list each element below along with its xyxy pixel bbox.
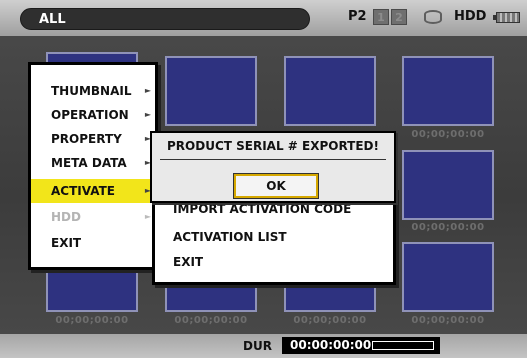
menu-item-thumbnail[interactable]: THUMBNAIL ► — [31, 79, 155, 103]
thumbnail-timecode: 00;00;00:00 — [411, 222, 485, 233]
export-confirmation-dialog: PRODUCT SERIAL # EXPORTED! OK — [150, 131, 396, 203]
dialog-message: PRODUCT SERIAL # EXPORTED! — [167, 139, 379, 153]
submenu-item-activation-list[interactable]: ACTIVATION LIST — [155, 226, 393, 248]
thumbnail[interactable] — [402, 242, 494, 312]
submenu-arrow-icon: ► — [144, 212, 151, 221]
thumbnail-timecode: 00;00;00:00 — [174, 315, 248, 326]
menu-item-label: ACTIVATE — [51, 184, 115, 198]
menu-item-label: PROPERTY — [51, 132, 122, 146]
menu-item-label: HDD — [51, 210, 81, 224]
thumbnail-timecode: 00;00;00:00 — [411, 129, 485, 140]
menu-item-exit[interactable]: EXIT — [31, 231, 155, 255]
menu-item-label: EXIT — [51, 236, 82, 250]
menu-item-activate[interactable]: ACTIVATE ► — [31, 179, 155, 203]
main-menu: THUMBNAIL ► OPERATION ► PROPERTY ► META … — [28, 62, 158, 270]
menu-item-operation[interactable]: OPERATION ► — [31, 103, 155, 127]
hdd-label: HDD — [454, 9, 487, 24]
thumbnail[interactable] — [402, 150, 494, 220]
thumbnail-timecode: 00;00;00:00 — [293, 315, 367, 326]
menu-item-label: OPERATION — [51, 108, 129, 122]
p2-label: P2 — [348, 9, 367, 24]
menu-item-hdd[interactable]: HDD ► — [31, 205, 155, 229]
thumbnail-timecode: 00;00;00:00 — [55, 315, 129, 326]
menu-item-meta-data[interactable]: META DATA ► — [31, 151, 155, 175]
thumbnail[interactable] — [284, 56, 376, 126]
dialog-divider — [160, 159, 386, 160]
thumbnail-timecode: 00;00;00:00 — [411, 315, 485, 326]
battery-icon — [493, 12, 520, 23]
menu-item-label: THUMBNAIL — [51, 84, 132, 98]
submenu-arrow-icon: ► — [144, 110, 151, 119]
status-bar: ALL P2 1 2 HDD — [0, 0, 527, 36]
p2-slot-2-indicator: 2 — [391, 9, 407, 25]
submenu-arrow-icon: ► — [144, 86, 151, 95]
submenu-item-exit[interactable]: EXIT — [155, 251, 393, 273]
thumbnail[interactable] — [402, 56, 494, 126]
drive-icon — [424, 10, 442, 24]
ok-button[interactable]: OK — [233, 173, 319, 199]
duration-label: DUR — [243, 339, 272, 353]
duration-value: 00:00:00:00 — [282, 337, 440, 354]
menu-item-property[interactable]: PROPERTY ► — [31, 127, 155, 151]
p2-slot-1-indicator: 1 — [373, 9, 389, 25]
thumbnail[interactable] — [165, 56, 257, 126]
menu-item-label: META DATA — [51, 156, 127, 170]
view-mode-indicator[interactable]: ALL — [20, 8, 310, 30]
camera-screen: ALL P2 1 2 HDD 00;00;00:00 00;00;00:00 0… — [0, 0, 527, 358]
